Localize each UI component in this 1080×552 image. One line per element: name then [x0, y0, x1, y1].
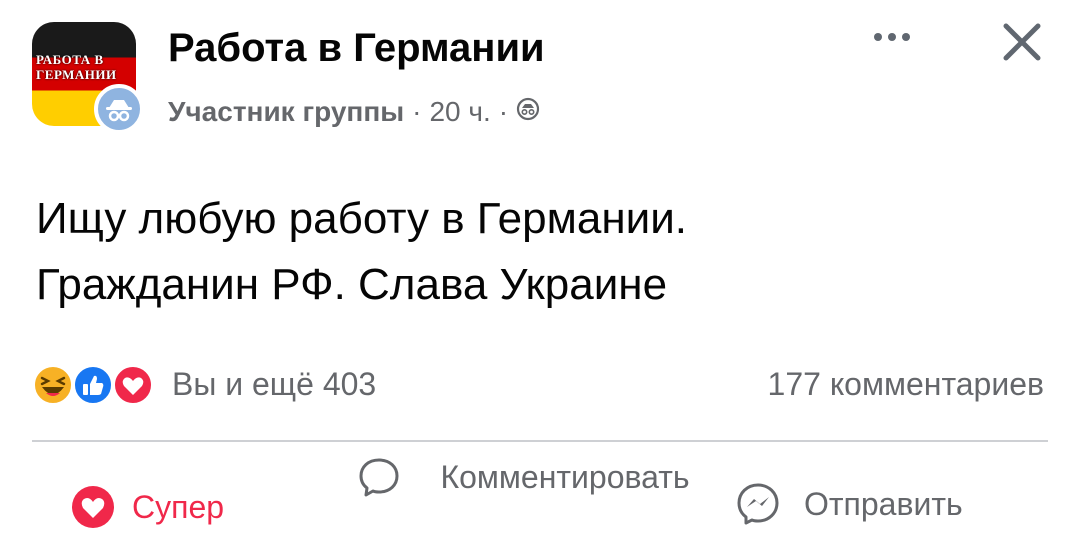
care-reaction-icon — [72, 486, 114, 528]
more-options-icon[interactable] — [868, 22, 916, 52]
meta-separator-2: · — [498, 96, 509, 127]
haha-icon — [33, 365, 73, 405]
reaction-summary[interactable]: Вы и ещё 403 — [32, 360, 376, 408]
post-meta: Участник группы · 20 ч. · — [168, 96, 540, 128]
privacy-anonymous-icon — [516, 96, 540, 128]
send-button-label: Отправить — [804, 485, 963, 522]
meta-separator: · — [412, 96, 422, 127]
comment-button-label: Комментировать — [440, 459, 690, 495]
group-logo-text: РАБОТА В ГЕРМАНИИ — [36, 52, 117, 82]
messenger-icon — [737, 483, 779, 525]
post-text-line: Гражданин РФ. Слава Украине — [36, 260, 668, 309]
close-icon[interactable] — [996, 16, 1048, 68]
post-card: РАБОТА В ГЕРМАНИИ Работа в Германии Учас… — [0, 0, 1080, 552]
action-divider — [32, 440, 1048, 442]
post-text-line: Ищу любую работу в Германии. — [36, 194, 688, 243]
reaction-count: Вы и ещё 403 — [172, 365, 377, 402]
care-button-label: Супер — [132, 488, 225, 525]
post-time[interactable]: 20 ч. — [429, 96, 490, 128]
post-text: Ищу любую работу в Германии. Гражданин Р… — [36, 186, 1036, 318]
care-button[interactable]: Супер — [70, 484, 224, 530]
like-icon — [73, 365, 113, 405]
comment-button[interactable]: Комментировать — [356, 454, 710, 500]
group-name[interactable]: Работа в Германии — [168, 26, 545, 71]
anonymous-icon — [94, 84, 144, 134]
comments-count-link[interactable]: 177 комментариев — [768, 366, 1044, 403]
member-role: Участник группы — [168, 96, 405, 127]
care-icon — [113, 365, 153, 405]
group-avatar[interactable]: РАБОТА В ГЕРМАНИИ — [32, 22, 148, 134]
comment-icon — [359, 458, 399, 497]
reaction-icons — [32, 362, 160, 406]
send-button[interactable]: Отправить — [734, 480, 963, 528]
